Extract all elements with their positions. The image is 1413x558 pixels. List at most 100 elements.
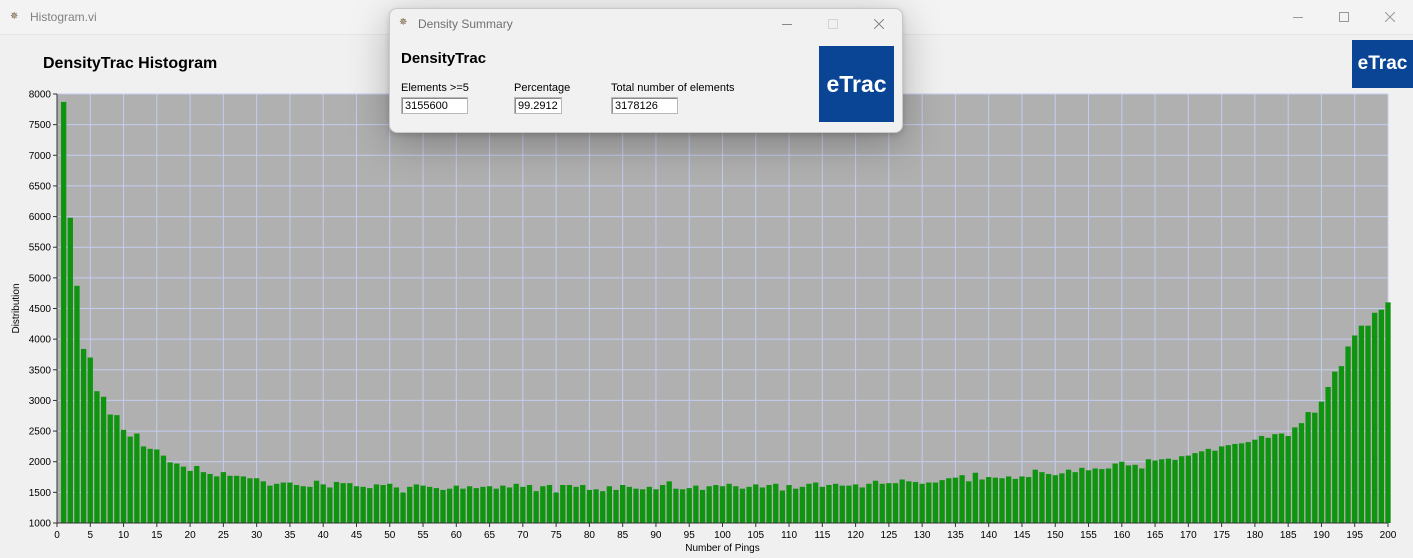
histogram-bar xyxy=(533,491,539,523)
density-summary-dialog: ✵ Density Summary DensityTrac Elements >… xyxy=(389,8,903,133)
histogram-bar xyxy=(393,487,400,523)
histogram-bar xyxy=(453,485,459,523)
histogram-bar xyxy=(753,484,759,523)
histogram-bar xyxy=(1025,477,1032,523)
histogram-bar xyxy=(320,484,326,523)
x-tick-label: 200 xyxy=(1380,530,1397,541)
histogram-chart[interactable]: 0 5 10 15 20 25 30 35 40 45 50 55 60 65 70 75 80 85 90 95 10… xyxy=(0,86,1413,558)
histogram-bar xyxy=(1105,468,1112,523)
histogram-bar xyxy=(1218,446,1225,523)
histogram-bar xyxy=(387,483,393,523)
histogram-bar xyxy=(739,488,746,523)
histogram-bar xyxy=(60,101,67,523)
x-tick-label: 140 xyxy=(980,530,997,541)
histogram-bar xyxy=(892,483,899,523)
page-title: DensityTrac Histogram xyxy=(43,55,218,72)
y-tick-label: 5500 xyxy=(29,243,52,254)
histogram-bar xyxy=(227,475,233,523)
x-tick-label: 160 xyxy=(1113,530,1130,541)
histogram-bar xyxy=(839,485,845,523)
histogram-bar xyxy=(273,483,280,523)
histogram-bar xyxy=(207,473,213,523)
histogram-bar xyxy=(1205,448,1211,523)
histogram-bar xyxy=(240,476,246,523)
histogram-bar xyxy=(420,485,426,523)
histogram-bar xyxy=(886,483,892,523)
histogram-bar xyxy=(1312,412,1318,523)
maximize-icon xyxy=(828,19,838,29)
histogram-bar xyxy=(1045,473,1052,523)
histogram-bar xyxy=(1052,475,1058,523)
histogram-bar xyxy=(939,480,945,523)
dialog-minimize-button[interactable] xyxy=(764,9,810,39)
histogram-bar xyxy=(1325,386,1331,523)
maximize-icon xyxy=(1339,12,1349,22)
histogram-bar xyxy=(979,479,985,523)
y-axis-ticks: 1000 1500 2000 2500 3000 3500 4000 4500 5000 5500… xyxy=(29,90,57,530)
x-tick-label: 135 xyxy=(947,530,964,541)
percentage-field[interactable]: 99.2912 xyxy=(514,97,562,114)
histogram-bar xyxy=(1039,472,1045,523)
etrac-logo: eTrac xyxy=(1352,40,1413,88)
close-button[interactable] xyxy=(1367,0,1413,34)
histogram-bar xyxy=(633,488,639,523)
x-tick-label: 45 xyxy=(351,530,363,541)
y-tick-label: 2000 xyxy=(29,457,52,468)
maximize-button[interactable] xyxy=(1321,0,1367,34)
histogram-bar xyxy=(733,486,739,523)
x-tick-label: 155 xyxy=(1080,530,1097,541)
x-tick-label: 185 xyxy=(1280,530,1297,541)
histogram-bar xyxy=(1278,433,1285,523)
histogram-bar xyxy=(746,486,752,523)
histogram-bar xyxy=(999,478,1005,523)
x-tick-label: 110 xyxy=(781,530,797,541)
x-tick-label: 85 xyxy=(617,530,629,541)
histogram-bar xyxy=(846,485,852,523)
histogram-bar xyxy=(180,466,187,523)
x-tick-label: 80 xyxy=(584,530,596,541)
histogram-bar xyxy=(1225,445,1231,523)
y-tick-label: 1500 xyxy=(29,488,52,499)
histogram-bar xyxy=(540,486,546,523)
dialog-titlebar[interactable]: ✵ Density Summary xyxy=(390,9,902,39)
histogram-bar xyxy=(1099,469,1105,523)
histogram-bar xyxy=(1298,423,1305,523)
histogram-bar xyxy=(380,485,386,523)
histogram-bar xyxy=(1112,463,1118,523)
histogram-bar xyxy=(1119,461,1125,523)
histogram-bar xyxy=(433,488,439,523)
histogram-bar xyxy=(114,415,120,523)
histogram-bar xyxy=(573,486,579,523)
histogram-bar xyxy=(952,477,959,523)
dialog-close-button[interactable] xyxy=(856,9,902,39)
histogram-bar xyxy=(972,472,979,523)
histogram-bar xyxy=(1292,427,1298,523)
histogram-bar xyxy=(1059,473,1065,523)
histogram-bar xyxy=(620,485,626,523)
x-tick-label: 145 xyxy=(1014,530,1031,541)
histogram-bar xyxy=(1199,451,1205,523)
x-tick-label: 180 xyxy=(1247,530,1264,541)
histogram-bar xyxy=(726,483,732,523)
histogram-bar xyxy=(832,483,839,523)
histogram-bar xyxy=(100,396,107,523)
histogram-bar xyxy=(879,483,885,523)
histogram-bar xyxy=(140,446,147,523)
histogram-bar xyxy=(134,433,140,523)
x-tick-label: 35 xyxy=(284,530,296,541)
elements-ge5-field[interactable]: 3155600 xyxy=(401,97,468,114)
x-tick-label: 70 xyxy=(517,530,529,541)
y-tick-label: 2500 xyxy=(29,427,52,438)
histogram-bar xyxy=(666,481,672,523)
histogram-bar xyxy=(766,485,772,523)
histogram-bar xyxy=(1185,455,1192,523)
histogram-bar xyxy=(560,485,566,523)
elements-ge5-label: Elements >=5 xyxy=(401,82,469,94)
total-elements-field[interactable]: 3178126 xyxy=(611,97,678,114)
histogram-bar xyxy=(327,487,333,523)
histogram-bar xyxy=(373,484,380,523)
minimize-button[interactable] xyxy=(1275,0,1321,34)
histogram-bar xyxy=(1159,459,1165,523)
x-tick-label: 0 xyxy=(54,530,60,541)
histogram-bar xyxy=(347,483,353,523)
